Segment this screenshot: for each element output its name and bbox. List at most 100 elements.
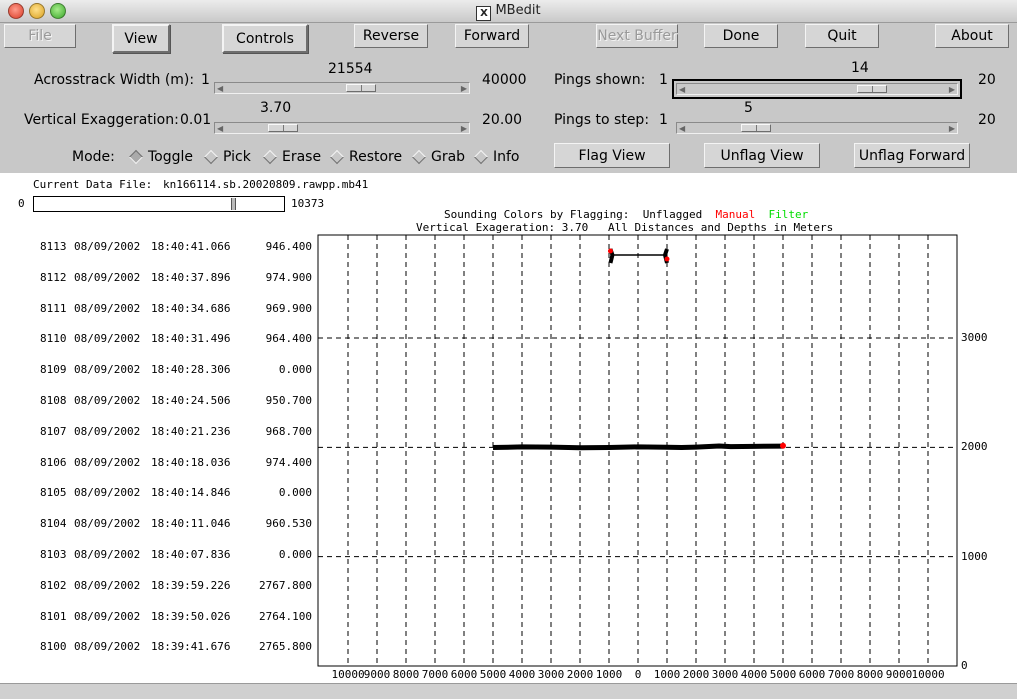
manual-flag-sounding bbox=[780, 442, 786, 449]
ping-id: 8100 bbox=[40, 640, 67, 654]
swath-profile bbox=[492, 442, 786, 451]
data-display-canvas[interactable]: Current Data File: kn166114.sb.20020809.… bbox=[0, 173, 1017, 683]
x-tick-label: 3000 bbox=[537, 668, 565, 681]
mode-radio-pick[interactable]: Pick bbox=[203, 149, 251, 165]
ping-date: 08/09/2002 bbox=[74, 301, 141, 315]
ping-depth: 2765.800 bbox=[259, 640, 312, 654]
ping-time: 18:40:21.236 bbox=[151, 424, 231, 438]
ping-date: 08/09/2002 bbox=[74, 640, 141, 654]
ping-date: 08/09/2002 bbox=[74, 240, 141, 253]
acrosstrack-value: 21554 bbox=[328, 61, 373, 77]
swath-soundings-line bbox=[492, 443, 784, 451]
x-tick-label: 2000 bbox=[566, 668, 594, 681]
acrosstrack-slider-thumb[interactable] bbox=[345, 84, 376, 92]
ping-depth: 964.400 bbox=[265, 332, 312, 346]
ping-depth: 2767.800 bbox=[259, 578, 312, 592]
swath-plot[interactable] bbox=[317, 234, 958, 667]
ping-date: 08/09/2002 bbox=[74, 486, 141, 500]
mode-radio-restore[interactable]: Restore bbox=[329, 149, 402, 165]
mode-radio-erase[interactable]: Erase bbox=[262, 149, 321, 165]
file-range-min: 0 bbox=[18, 197, 25, 210]
ping-depth: 0.000 bbox=[278, 486, 312, 500]
window-title: MBedit bbox=[495, 3, 541, 18]
radio-diamond-icon bbox=[203, 149, 219, 165]
x-tick-label: 2000 bbox=[682, 668, 710, 681]
y-tick-label: 3000 bbox=[961, 331, 988, 344]
x11-icon: X bbox=[476, 6, 492, 21]
x-tick-label: 4000 bbox=[508, 668, 536, 681]
ping-date: 08/09/2002 bbox=[74, 424, 141, 438]
about-button[interactable]: About bbox=[935, 24, 1009, 48]
forward-button[interactable]: Forward bbox=[455, 24, 529, 48]
ping-id: 8111 bbox=[40, 301, 67, 315]
radio-diamond-icon bbox=[329, 149, 345, 165]
ping-id: 8101 bbox=[40, 609, 67, 623]
pings-step-slider-thumb[interactable] bbox=[740, 124, 771, 132]
x-tick-label: 10000 bbox=[331, 668, 365, 681]
vert-exag-slider-thumb[interactable] bbox=[267, 124, 298, 132]
x-tick-label: 1000 bbox=[653, 668, 681, 681]
ping-time: 18:40:41.066 bbox=[151, 240, 231, 253]
x-tick-label: 4000 bbox=[740, 668, 768, 681]
ping-date: 08/09/2002 bbox=[74, 455, 141, 469]
slider-right-arrow-icon: ▶ bbox=[460, 124, 467, 133]
ping-time: 18:40:28.306 bbox=[151, 363, 231, 377]
ping-depth: 0.000 bbox=[278, 548, 312, 561]
vert-exag-value: 3.70 bbox=[260, 100, 292, 116]
pings-shown-slider[interactable]: ◀ ▶ bbox=[672, 79, 962, 99]
slider-right-arrow-icon: ▶ bbox=[948, 85, 955, 94]
ping-time: 18:40:18.036 bbox=[151, 455, 231, 469]
ping-depth: 974.400 bbox=[265, 455, 312, 469]
pings-step-slider[interactable]: ◀ ▶ bbox=[676, 122, 958, 134]
ping-time: 18:40:37.896 bbox=[151, 270, 231, 284]
window-title-area: X MBedit bbox=[0, 3, 1017, 21]
ping-date: 08/09/2002 bbox=[74, 270, 141, 284]
x-tick-label: 5000 bbox=[769, 668, 797, 681]
radio-diamond-icon bbox=[473, 149, 489, 165]
x-tick-label: 1000 bbox=[595, 668, 623, 681]
acrosstrack-label: Acrosstrack Width (m): bbox=[34, 72, 195, 88]
pings-shown-value: 14 bbox=[851, 60, 869, 76]
legend-filter: Filter bbox=[768, 208, 809, 221]
flag-view-button[interactable]: Flag View bbox=[554, 143, 670, 168]
quit-button[interactable]: Quit bbox=[805, 24, 879, 48]
ping-time: 18:40:11.046 bbox=[151, 517, 231, 531]
x-tick-label: 6000 bbox=[450, 668, 478, 681]
vert-exag-min: 0.01 bbox=[180, 112, 212, 128]
x-tick-label: 7000 bbox=[827, 668, 855, 681]
x-tick-label: 7000 bbox=[421, 668, 449, 681]
mode-radio-info[interactable]: Info bbox=[473, 149, 520, 165]
controls-button[interactable]: Controls bbox=[222, 24, 308, 53]
ping-date: 08/09/2002 bbox=[74, 517, 141, 531]
pings-shown-min: 1 bbox=[659, 72, 668, 88]
unflag-forward-button[interactable]: Unflag Forward bbox=[854, 143, 970, 168]
view-button[interactable]: View bbox=[112, 24, 170, 53]
pings-shown-slider-thumb[interactable] bbox=[857, 85, 888, 93]
grid-vertical-lines bbox=[347, 235, 929, 666]
x-tick-label: 8000 bbox=[392, 668, 420, 681]
ping-depth: 960.530 bbox=[265, 517, 312, 531]
vert-exag-slider[interactable]: ◀ ▶ bbox=[214, 122, 470, 134]
legend-manual: Manual bbox=[715, 208, 756, 221]
unflag-view-button[interactable]: Unflag View bbox=[704, 143, 820, 168]
done-button[interactable]: Done bbox=[704, 24, 778, 48]
acrosstrack-slider[interactable]: ◀ ▶ bbox=[214, 82, 470, 94]
next-buffer-button[interactable]: Next Buffer bbox=[596, 24, 678, 48]
ping-depth: 974.900 bbox=[265, 270, 312, 284]
file-button[interactable]: File bbox=[4, 24, 76, 48]
pings-step-value: 5 bbox=[744, 100, 753, 116]
reverse-button[interactable]: Reverse bbox=[354, 24, 428, 48]
ping-time: 18:40:34.686 bbox=[151, 301, 231, 315]
mode-radio-grab[interactable]: Grab bbox=[411, 149, 465, 165]
pings-step-min: 1 bbox=[659, 112, 668, 128]
current-file-name: kn166114.sb.20020809.rawpp.mb41 bbox=[163, 178, 369, 191]
ping-id: 8109 bbox=[40, 363, 67, 377]
ping-depth: 2764.100 bbox=[259, 609, 312, 623]
window-bottom-bar bbox=[0, 683, 1017, 699]
x-tick-label: 9000 bbox=[363, 668, 391, 681]
x-tick-label: 0 bbox=[634, 668, 642, 681]
slider-right-arrow-icon: ▶ bbox=[460, 84, 467, 93]
y-tick-label: 0 bbox=[961, 659, 968, 672]
mode-radio-toggle[interactable]: Toggle bbox=[128, 149, 193, 165]
acrosstrack-min: 1 bbox=[201, 72, 210, 88]
